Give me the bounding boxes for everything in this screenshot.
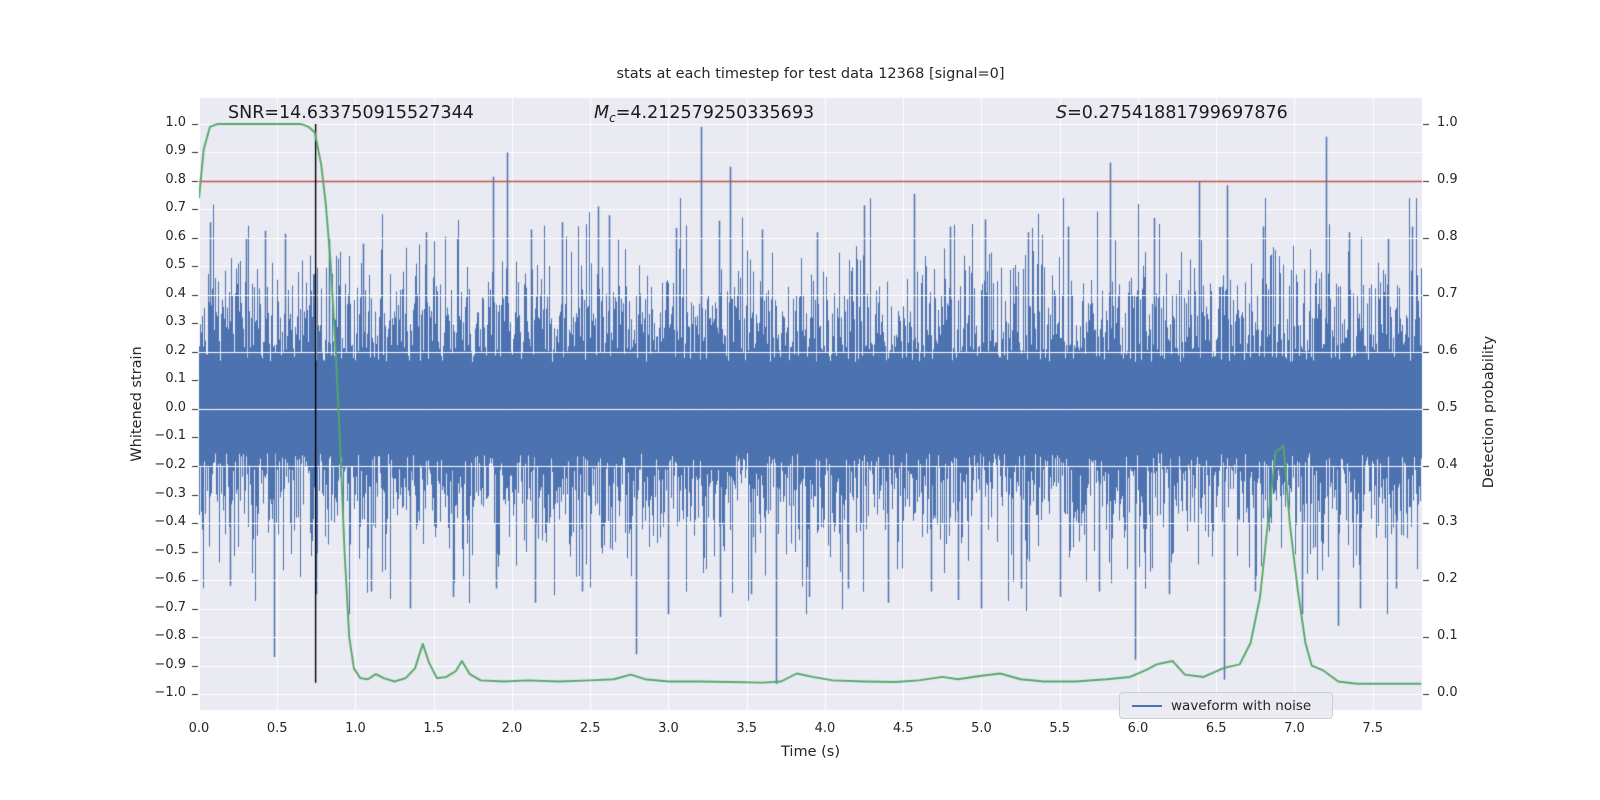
right-tick-label: 0.2 bbox=[1437, 571, 1458, 586]
right-tick-label: 0.5 bbox=[1437, 400, 1458, 415]
x-tick-label: 6.5 bbox=[1206, 721, 1227, 736]
score-value: =0.27541881799697876 bbox=[1067, 103, 1288, 123]
right-tick-label: 0.6 bbox=[1437, 343, 1458, 358]
x-tick-label: 6.0 bbox=[1128, 721, 1149, 736]
left-tick-label: −0.3 bbox=[120, 486, 186, 501]
left-tick-label: −0.9 bbox=[120, 657, 186, 672]
x-tick-label: 3.5 bbox=[736, 721, 757, 736]
right-tick-label: 0.7 bbox=[1437, 286, 1458, 301]
x-tick-label: 4.0 bbox=[815, 721, 836, 736]
right-tick-label: 0.1 bbox=[1437, 628, 1458, 643]
x-tick-label: 1.5 bbox=[423, 721, 444, 736]
x-tick-label: 4.5 bbox=[893, 721, 914, 736]
right-tick-label: 0.0 bbox=[1437, 685, 1458, 700]
annotation-score: S=0.27541881799697876 bbox=[1056, 103, 1288, 123]
x-tick-label: 2.5 bbox=[580, 721, 601, 736]
x-tick-label: 5.0 bbox=[971, 721, 992, 736]
chirp-mass-value: =4.212579250335693 bbox=[616, 103, 814, 123]
right-axis-label: Detection probability bbox=[1481, 336, 1497, 488]
annotation-chirp-mass: Mc=4.212579250335693 bbox=[594, 103, 814, 125]
left-tick-label: −0.5 bbox=[120, 543, 186, 558]
left-tick-label: 1.0 bbox=[120, 115, 186, 130]
legend-label: waveform with noise bbox=[1171, 698, 1311, 714]
left-tick-label: −1.0 bbox=[120, 685, 186, 700]
right-tick-label: 0.9 bbox=[1437, 172, 1458, 187]
right-tick-label: 0.4 bbox=[1437, 457, 1458, 472]
annotation-snr: SNR=14.633750915527344 bbox=[228, 103, 474, 123]
right-tick-label: 1.0 bbox=[1437, 115, 1458, 130]
left-tick-label: 0.6 bbox=[120, 229, 186, 244]
chart-title: stats at each timestep for test data 123… bbox=[199, 66, 1422, 82]
chirp-mass-symbol: M bbox=[594, 103, 609, 123]
right-tick-label: 0.3 bbox=[1437, 514, 1458, 529]
x-tick-label: 7.5 bbox=[1362, 721, 1383, 736]
left-tick-label: 0.3 bbox=[120, 314, 186, 329]
figure: stats at each timestep for test data 123… bbox=[0, 0, 1600, 800]
score-symbol: S bbox=[1056, 103, 1067, 123]
left-tick-label: −0.6 bbox=[120, 571, 186, 586]
x-tick-label: 1.0 bbox=[345, 721, 366, 736]
right-tick-label: 0.8 bbox=[1437, 229, 1458, 244]
left-tick-label: 0.8 bbox=[120, 172, 186, 187]
x-tick-label: 0.5 bbox=[267, 721, 288, 736]
left-tick-label: −0.4 bbox=[120, 514, 186, 529]
x-tick-label: 3.0 bbox=[658, 721, 679, 736]
left-tick-label: 0.5 bbox=[120, 257, 186, 272]
legend-line-sample bbox=[1132, 705, 1162, 707]
x-tick-label: 7.0 bbox=[1284, 721, 1305, 736]
left-tick-label: 0.9 bbox=[120, 143, 186, 158]
x-tick-label: 2.0 bbox=[502, 721, 523, 736]
left-tick-label: 0.7 bbox=[120, 200, 186, 215]
left-axis-label: Whitened strain bbox=[129, 346, 145, 461]
left-tick-label: 0.4 bbox=[120, 286, 186, 301]
x-axis-label: Time (s) bbox=[199, 744, 1422, 760]
x-tick-label: 5.5 bbox=[1049, 721, 1070, 736]
left-tick-label: −0.7 bbox=[120, 600, 186, 615]
chirp-mass-subscript: c bbox=[609, 111, 616, 125]
legend: waveform with noise bbox=[1119, 692, 1333, 719]
left-tick-label: −0.8 bbox=[120, 628, 186, 643]
x-tick-label: 0.0 bbox=[189, 721, 210, 736]
